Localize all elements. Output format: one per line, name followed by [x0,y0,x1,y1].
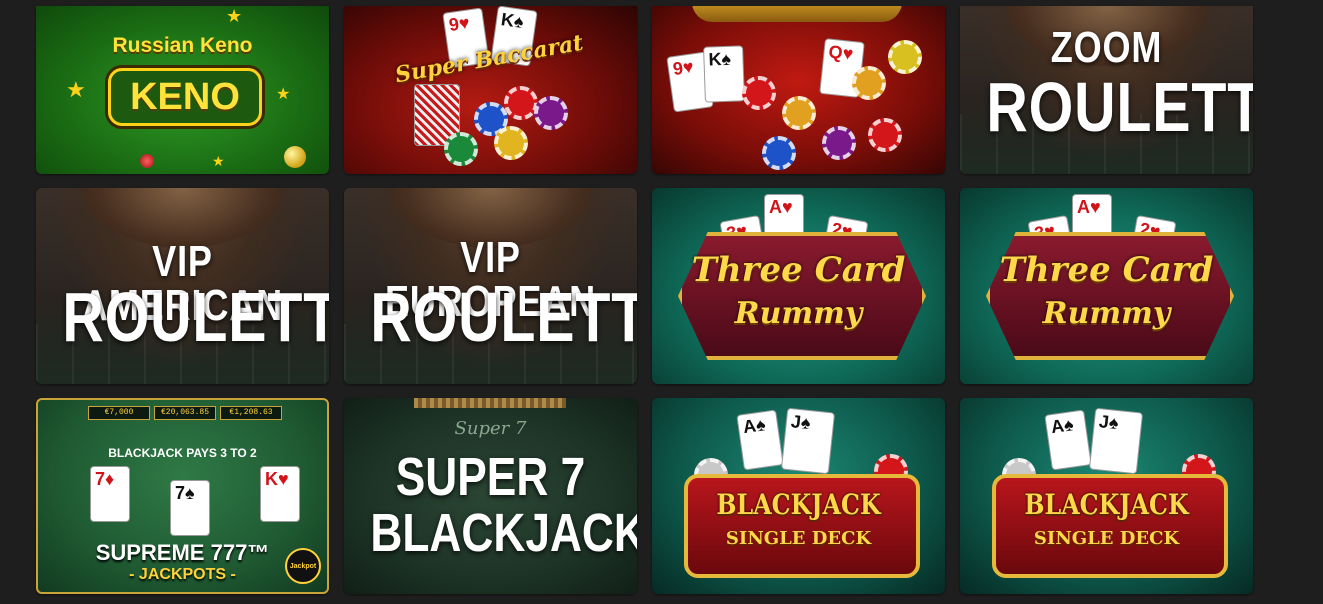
game-tile-blackjack-single-deck[interactable]: A♠ J♠ BLACKJACK SINGLE DECK [960,398,1253,594]
playing-card-icon: 7♦ [90,466,130,522]
playing-card-icon: J♠ [780,407,836,475]
game-title: SUPREME 777™ [95,540,270,565]
game-subtitle: - JACKPOTS - [129,566,236,583]
jackpot-grand: €20,063.85 [154,406,216,420]
game-tile-casino-chips[interactable]: 9♥ K♠ Q♥ [652,6,945,174]
chip-icon [742,76,776,110]
table-logo: Super 7 [454,418,527,439]
jackpot-major: €1,208.63 [220,406,282,420]
star-icon: ★ [226,6,243,27]
game-tile-zoom-roulette[interactable]: ZOOM ROULETTE [960,6,1253,174]
game-title-line2: SINGLE DECK [1033,528,1180,549]
game-title-line2: ROULETTE [62,278,329,356]
chip-icon [534,96,568,130]
game-title-line2: ROULETTE [986,68,1253,146]
game-title-line2: SINGLE DECK [725,528,872,549]
jackpot-badge: Jackpot [285,548,321,584]
title-banner [692,6,902,22]
game-title-line1: ZOOM [1050,23,1163,72]
game-title-line2: BLACKJACK [370,503,637,563]
game-tile-super-7-blackjack[interactable]: Super 7 SUPER 7 BLACKJACK [344,398,637,594]
chip-icon [782,96,816,130]
chip-icon [762,136,796,170]
chip-icon [822,126,856,160]
table-text: BLACKJACK PAYS 3 TO 2 [108,446,257,460]
star-icon: ★ [66,78,86,103]
star-icon: ★ [276,84,291,103]
jackpot-value: €1,208.63 [229,408,273,417]
game-title-line2: ROULETTE [370,278,637,356]
jackpot-value: €7,000 [104,408,134,417]
game-title-line1: SUPER 7 [395,447,586,507]
game-tile-vip-american-roulette[interactable]: VIP AMERICAN ROULETTE [36,188,329,384]
game-title-line2: Rummy [734,296,863,331]
game-title: Russian Keno [112,34,253,57]
games-grid: Russian Keno KENO ★ ★ ★ ★ 9♥ K♠ Super Ba… [36,6,1255,594]
game-title-line2: Rummy [1042,296,1171,331]
game-title: Super Baccarat [393,29,586,89]
game-tile-three-card-rummy[interactable]: 3♥ A♥ 2♥ Three Card Rummy [960,188,1253,384]
keno-ball-icon [284,146,306,168]
chip-icon [852,66,886,100]
playing-card-icon: K♥ [260,466,300,522]
game-title-line1: Three Card [999,250,1214,290]
playing-card-icon: A♠ [736,409,784,471]
playing-card-icon: 7♠ [170,480,210,536]
game-tile-supreme-777-jackpots[interactable]: €7,000 €20,063.85 €1,208.63 BLACKJACK PA… [36,398,329,594]
star-icon: ★ [212,154,225,170]
game-title-line1: BLACKJACK [716,488,881,521]
keno-ball-icon [140,154,154,168]
playing-card-icon: A♠ [1044,409,1092,471]
playing-card-icon: J♠ [1088,407,1144,475]
game-title-line1: BLACKJACK [1024,488,1189,521]
chip-icon [494,126,528,160]
chip-icon [444,132,478,166]
jackpot-value: €20,063.85 [160,408,209,417]
game-tile-super-baccarat[interactable]: 9♥ K♠ Super Baccarat [344,6,637,174]
game-tile-russian-keno[interactable]: Russian Keno KENO ★ ★ ★ ★ [36,6,329,174]
chip-tray [414,398,566,408]
game-tile-blackjack-single-deck[interactable]: A♠ J♠ BLACKJACK SINGLE DECK [652,398,945,594]
keno-badge: KENO [108,68,262,126]
chip-icon [504,86,538,120]
jackpot-minor: €7,000 [88,406,150,420]
chip-icon [888,40,922,74]
game-tile-vip-european-roulette[interactable]: VIP EUROPEAN ROULETTE [344,188,637,384]
chip-icon [868,118,902,152]
game-title-line1: Three Card [691,250,906,290]
game-tile-three-card-rummy[interactable]: 3♥ A♥ 2♥ Three Card Rummy [652,188,945,384]
playing-card-icon: K♠ [703,45,745,103]
